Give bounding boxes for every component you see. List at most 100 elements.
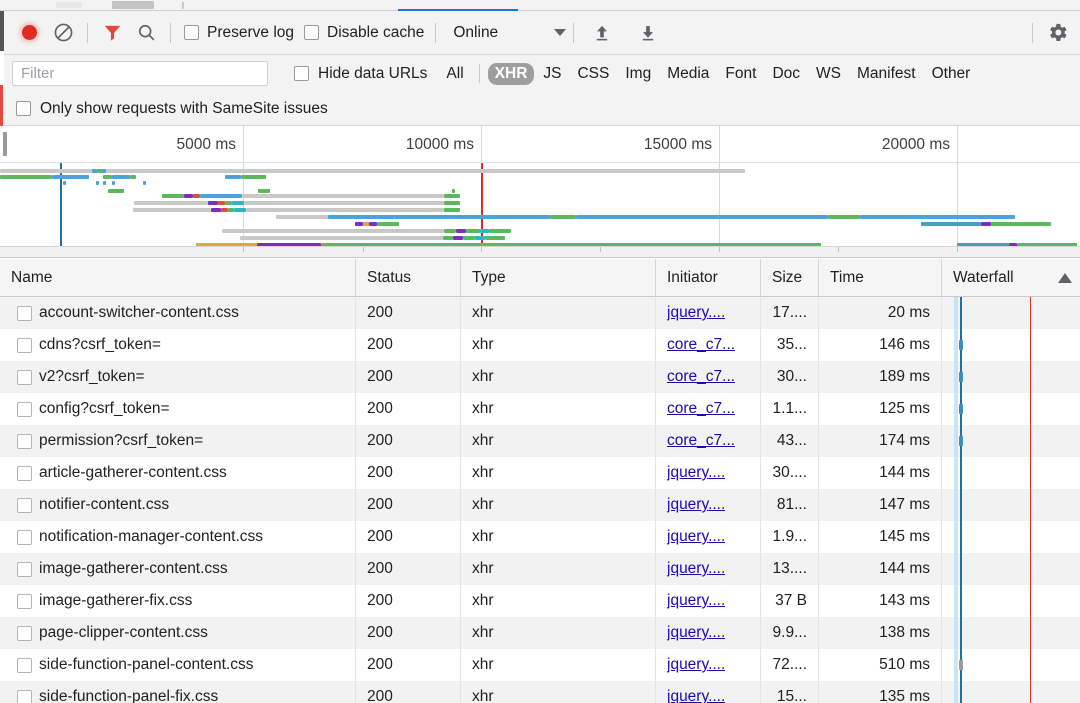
import-har-button[interactable] [589, 20, 615, 46]
row-checkbox[interactable] [17, 434, 32, 449]
cell-type: xhr [460, 361, 655, 393]
resource-type-css[interactable]: CSS [570, 63, 616, 85]
hide-data-urls-checkbox[interactable]: Hide data URLs [294, 65, 427, 83]
timeline-ruler[interactable]: 5000 ms 10000 ms 15000 ms 20000 ms [0, 126, 1080, 162]
initiator-link[interactable]: core_c7... [667, 336, 735, 354]
cell-initiator[interactable]: jquery.... [655, 681, 760, 703]
hide-data-urls-checkbox-box[interactable] [294, 66, 309, 81]
row-checkbox[interactable] [17, 562, 32, 577]
initiator-link[interactable]: jquery.... [667, 656, 725, 674]
resource-type-xhr[interactable]: XHR [488, 63, 535, 85]
column-header-type[interactable]: Type [460, 259, 655, 297]
resource-type-js[interactable]: JS [536, 63, 568, 85]
table-row[interactable]: image-gatherer-content.css200xhrjquery..… [0, 553, 1080, 585]
table-row[interactable]: page-clipper-content.css200xhrjquery....… [0, 617, 1080, 649]
table-row[interactable]: side-function-panel-content.css200xhrjqu… [0, 649, 1080, 681]
initiator-link[interactable]: core_c7... [667, 400, 735, 418]
gear-icon [1046, 21, 1069, 44]
table-row[interactable]: article-gatherer-content.css200xhrjquery… [0, 457, 1080, 489]
clear-button[interactable] [46, 16, 80, 50]
table-row[interactable]: notifier-content.css200xhrjquery....81..… [0, 489, 1080, 521]
initiator-link[interactable]: jquery.... [667, 464, 725, 482]
overview-waterfall-graph[interactable] [0, 162, 1080, 246]
cell-initiator[interactable]: jquery.... [655, 521, 760, 553]
row-checkbox[interactable] [17, 306, 32, 321]
cell-initiator[interactable]: core_c7... [655, 329, 760, 361]
row-checkbox[interactable] [17, 530, 32, 545]
resource-type-manifest[interactable]: Manifest [850, 63, 923, 85]
cell-initiator[interactable]: jquery.... [655, 617, 760, 649]
resource-type-img[interactable]: Img [618, 63, 658, 85]
disable-cache-checkbox-box[interactable] [304, 25, 319, 40]
table-row[interactable]: v2?csrf_token=200xhrcore_c7...30...189 m… [0, 361, 1080, 393]
filter-toggle-button[interactable] [95, 16, 129, 50]
network-toolbar: Preserve log Disable cache Online [4, 11, 1080, 55]
row-checkbox[interactable] [17, 338, 32, 353]
column-header-name[interactable]: Name [0, 259, 355, 297]
cell-initiator[interactable]: jquery.... [655, 297, 760, 329]
throttling-dropdown[interactable]: Online [453, 24, 566, 42]
column-header-initiator[interactable]: Initiator [655, 259, 760, 297]
cell-initiator[interactable]: core_c7... [655, 425, 760, 457]
resource-type-other[interactable]: Other [925, 63, 978, 85]
table-row[interactable]: config?csrf_token=200xhrcore_c7...1.1...… [0, 393, 1080, 425]
search-button[interactable] [129, 16, 163, 50]
column-header-time[interactable]: Time [818, 259, 941, 297]
record-button[interactable] [12, 16, 46, 50]
devtools-network-panel: Preserve log Disable cache Online [0, 0, 1080, 703]
filter-input[interactable] [12, 61, 268, 86]
resource-type-ws[interactable]: WS [809, 63, 848, 85]
settings-button[interactable] [1040, 16, 1074, 50]
disable-cache-checkbox[interactable]: Disable cache [304, 24, 424, 42]
table-row[interactable]: permission?csrf_token=200xhrcore_c7...43… [0, 425, 1080, 457]
initiator-link[interactable]: jquery.... [667, 592, 725, 610]
cell-initiator[interactable]: core_c7... [655, 361, 760, 393]
row-checkbox[interactable] [17, 498, 32, 513]
overview-bar-segment [208, 201, 218, 205]
ruler-tick-3 [719, 126, 720, 162]
cell-initiator[interactable]: jquery.... [655, 649, 760, 681]
network-overview[interactable]: 5000 ms 10000 ms 15000 ms 20000 ms [0, 126, 1080, 258]
row-checkbox[interactable] [17, 370, 32, 385]
preserve-log-checkbox[interactable]: Preserve log [184, 24, 294, 42]
column-header-status[interactable]: Status [355, 259, 460, 297]
row-checkbox[interactable] [17, 690, 32, 703]
table-row[interactable]: side-function-panel-fix.css200xhrjquery.… [0, 681, 1080, 703]
initiator-link[interactable]: jquery.... [667, 496, 725, 514]
initiator-link[interactable]: core_c7... [667, 432, 735, 450]
export-har-button[interactable] [635, 20, 661, 46]
resource-type-font[interactable]: Font [718, 63, 763, 85]
cell-initiator[interactable]: core_c7... [655, 393, 760, 425]
row-checkbox[interactable] [17, 594, 32, 609]
table-row[interactable]: image-gatherer-fix.css200xhrjquery....37… [0, 585, 1080, 617]
sort-ascending-icon[interactable] [1058, 273, 1072, 283]
overview-grabber[interactable] [3, 132, 7, 156]
initiator-link[interactable]: jquery.... [667, 624, 725, 642]
samesite-checkbox[interactable]: Only show requests with SameSite issues [16, 100, 328, 118]
cell-initiator[interactable]: jquery.... [655, 585, 760, 617]
row-checkbox[interactable] [17, 466, 32, 481]
overview-bar-segment [981, 222, 991, 226]
cell-initiator[interactable]: jquery.... [655, 553, 760, 585]
initiator-link[interactable]: core_c7... [667, 368, 735, 386]
row-checkbox[interactable] [17, 402, 32, 417]
preserve-log-checkbox-box[interactable] [184, 25, 199, 40]
table-row[interactable]: notification-manager-content.css200xhrjq… [0, 521, 1080, 553]
row-checkbox[interactable] [17, 626, 32, 641]
initiator-link[interactable]: jquery.... [667, 304, 725, 322]
resource-type-doc[interactable]: Doc [765, 63, 807, 85]
row-checkbox[interactable] [17, 658, 32, 673]
resource-type-media[interactable]: Media [660, 63, 716, 85]
initiator-link[interactable]: jquery.... [667, 688, 725, 703]
table-row[interactable]: cdns?csrf_token=200xhrcore_c7...35...146… [0, 329, 1080, 361]
table-body[interactable]: account-switcher-content.css200xhrjquery… [0, 297, 1080, 703]
samesite-checkbox-box[interactable] [16, 101, 31, 116]
waterfall-dcl-band [954, 329, 958, 361]
initiator-link[interactable]: jquery.... [667, 560, 725, 578]
cell-initiator[interactable]: jquery.... [655, 489, 760, 521]
resource-type-all[interactable]: All [439, 63, 470, 85]
column-header-size[interactable]: Size [760, 259, 818, 297]
initiator-link[interactable]: jquery.... [667, 528, 725, 546]
cell-initiator[interactable]: jquery.... [655, 457, 760, 489]
table-row[interactable]: account-switcher-content.css200xhrjquery… [0, 297, 1080, 329]
